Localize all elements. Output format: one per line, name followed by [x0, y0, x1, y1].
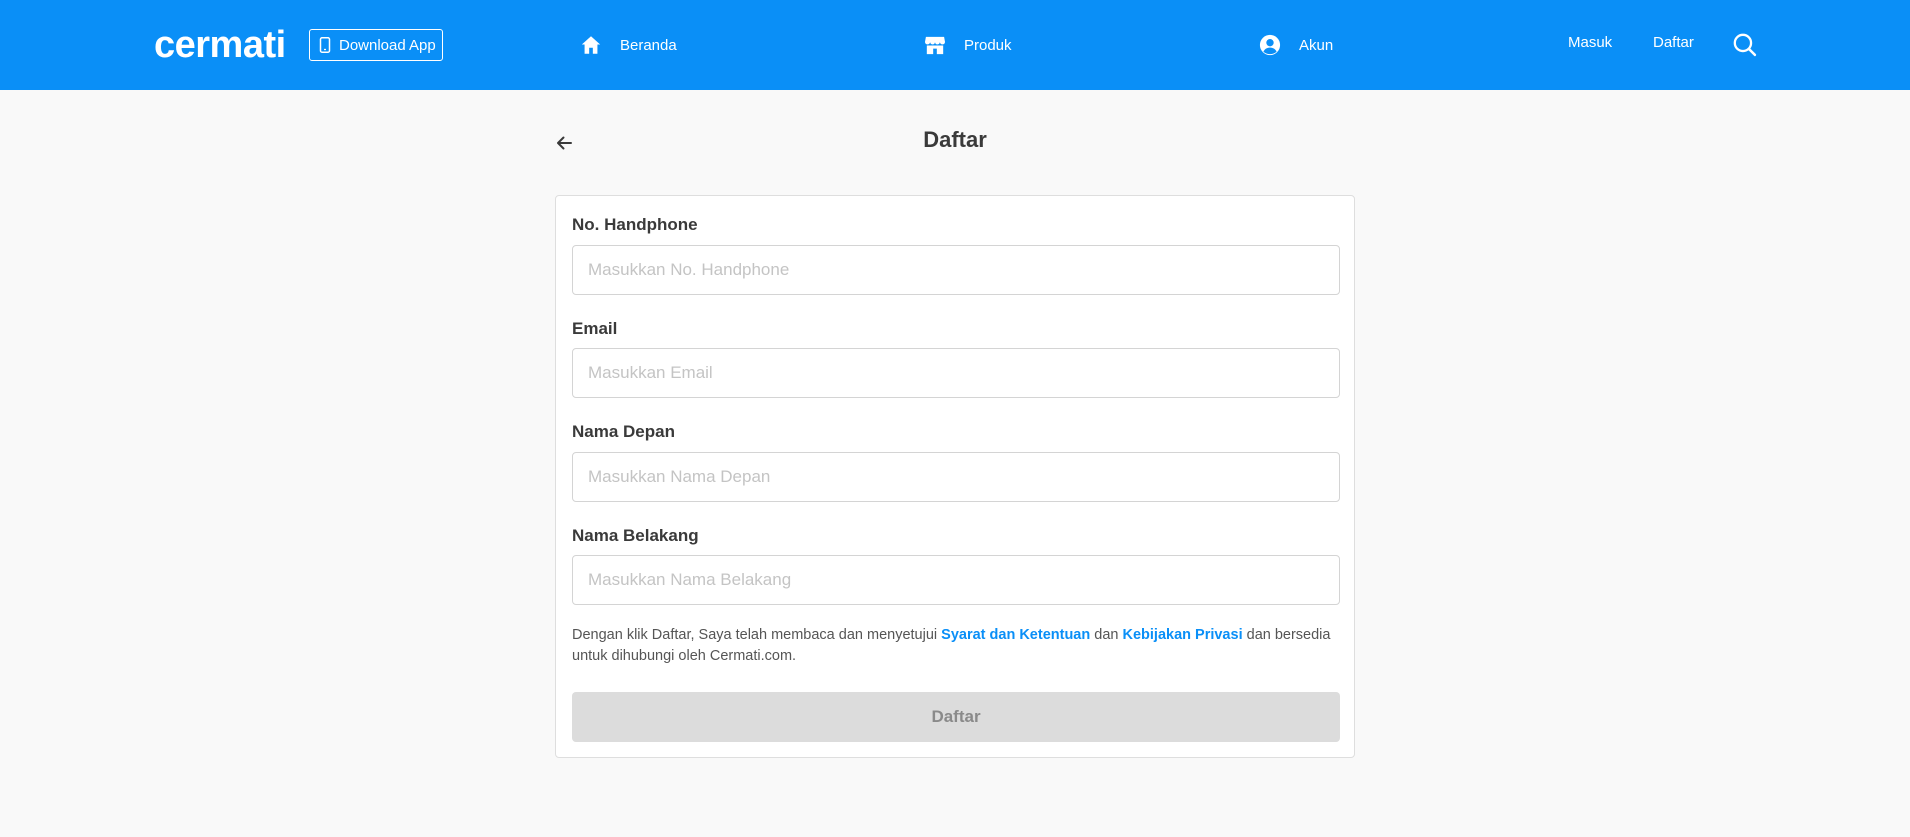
page-title: Daftar	[923, 127, 987, 152]
terms-prefix: Dengan klik Daftar, Saya telah membaca d…	[572, 627, 938, 643]
top-navbar: cermati Download App Beranda Produk Akun…	[0, 0, 1910, 90]
download-app-label: Download App	[339, 36, 436, 54]
terms-and-conditions-link[interactable]: Syarat dan Ketentuan	[941, 627, 1090, 643]
email-input[interactable]	[572, 348, 1340, 398]
terms-middle: dan	[1094, 627, 1119, 643]
cermati-logo[interactable]: cermati	[154, 25, 286, 65]
store-icon	[925, 36, 945, 55]
last-name-input[interactable]	[572, 555, 1340, 605]
nav-item-beranda[interactable]: Beranda	[580, 31, 677, 59]
registration-form: No. Handphone Email Nama Depan Nama Bela…	[555, 195, 1355, 758]
privacy-policy-link[interactable]: Kebijakan Privasi	[1123, 627, 1243, 643]
nav-label-akun: Akun	[1299, 36, 1334, 54]
search-icon[interactable]	[1732, 32, 1757, 57]
daftar-submit-button[interactable]: Daftar	[572, 692, 1340, 742]
account-icon	[1259, 34, 1281, 56]
phone-input[interactable]	[572, 245, 1340, 295]
nav-item-akun[interactable]: Akun	[1259, 31, 1333, 59]
daftar-link[interactable]: Daftar	[1653, 34, 1694, 51]
home-icon	[581, 36, 601, 54]
masuk-link[interactable]: Masuk	[1568, 34, 1612, 51]
phone-label: No. Handphone	[572, 215, 698, 234]
nav-label-beranda: Beranda	[620, 36, 677, 54]
terms-text: Dengan klik Daftar, Saya telah membaca d…	[572, 625, 1340, 667]
nav-label-produk: Produk	[964, 36, 1012, 54]
download-app-button[interactable]: Download App	[309, 29, 443, 61]
email-label: Email	[572, 319, 618, 338]
smartphone-icon	[319, 37, 331, 53]
nav-item-produk[interactable]: Produk	[924, 31, 1012, 59]
last-name-label: Nama Belakang	[572, 526, 699, 545]
first-name-label: Nama Depan	[572, 422, 675, 441]
first-name-input[interactable]	[572, 452, 1340, 502]
